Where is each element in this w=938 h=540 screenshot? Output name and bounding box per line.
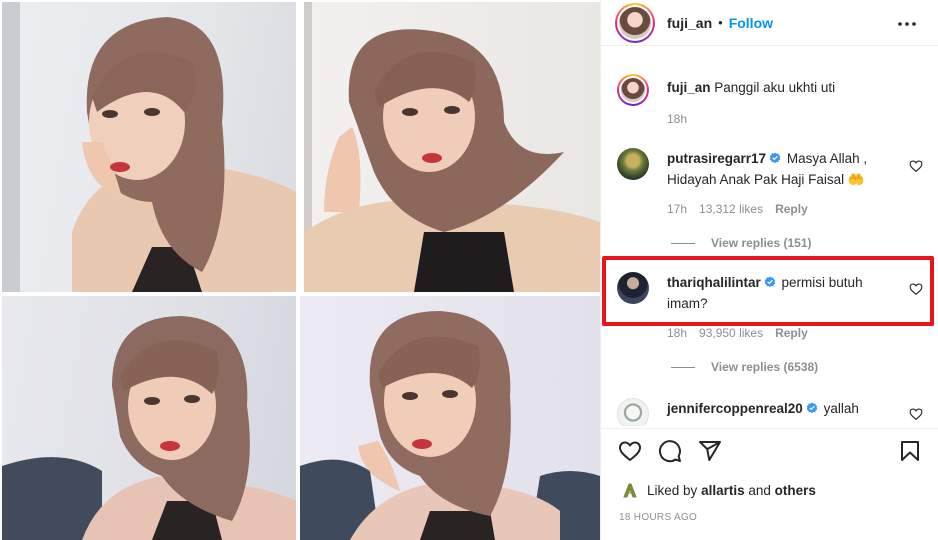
likes-user[interactable]: allartis [701,483,745,498]
view-replies-button[interactable]: View replies (151) [671,236,812,250]
commenter-avatar[interactable] [617,398,649,426]
comment-text: yallah [823,401,859,416]
post-photo-2 [304,2,600,292]
more-options-icon[interactable] [897,14,917,34]
post-photo-4 [300,296,600,540]
comment-like-heart-icon[interactable] [909,407,923,421]
likes-connector: and [748,482,771,498]
post-header: fuji_an • Follow [601,0,938,46]
post-actions: Liked by allartis and others 18 HOURS AG… [601,428,938,540]
comments-list[interactable]: fuji_an Panggil aku ukhti uti 18h putras… [601,56,938,426]
comment-username[interactable]: thariqhalilintar [667,275,761,290]
comment-body: thariqhalilintar permisi butuh imam? [667,272,903,314]
caption-avatar[interactable] [617,74,649,106]
photo-4-illustration [300,311,600,540]
author-avatar[interactable] [615,2,655,43]
comment-username[interactable]: putrasiregarr17 [667,151,766,166]
post-timestamp[interactable]: 18 HOURS AGO [619,512,697,523]
view-replies-line [671,242,695,244]
comment-like-heart-icon[interactable] [909,159,923,173]
comment-time[interactable]: 18h [667,326,687,340]
liker-avatar-icon[interactable] [621,481,639,499]
comment-like-heart-icon[interactable] [909,282,923,296]
verified-badge-icon [806,402,818,414]
post-detail-panel: fuji_an • Follow fuji_an Panggil aku ukh… [600,0,938,540]
post-photo-3 [2,296,296,540]
caption-username[interactable]: fuji_an [667,80,711,95]
caption-body: fuji_an Panggil aku ukhti uti [667,77,903,98]
follow-button[interactable]: Follow [729,15,773,31]
comment-meta: 17h 13,312 likes Reply [667,202,808,216]
comment-time[interactable]: 17h [667,202,687,216]
view-replies-label: View replies (151) [711,236,812,250]
commenter-avatar[interactable] [617,272,649,304]
reply-button[interactable]: Reply [775,326,808,340]
verified-badge-icon [764,276,775,288]
view-replies-label: View replies (6538) [711,360,819,374]
view-replies-line [671,366,695,368]
caption-meta: 18h [667,112,687,126]
caption-time[interactable]: 18h [667,112,687,126]
likes-others[interactable]: others [775,483,816,498]
header-separator: • [718,15,723,30]
photo-2-illustration [304,2,600,292]
likes-summary: Liked by allartis and others [621,481,816,499]
comment-likes[interactable]: 13,312 likes [699,202,763,216]
like-heart-icon[interactable] [618,439,642,463]
verified-badge-icon [769,152,781,164]
comment-icon[interactable] [658,439,682,463]
post-photo-grid[interactable] [0,0,600,540]
caption-text: Panggil aku ukhti uti [714,80,836,95]
comment-username[interactable]: jennifercoppenreal20 [667,401,803,416]
share-paper-plane-icon[interactable] [698,439,722,463]
comment-body: jennifercoppenreal20 yallah [667,398,903,419]
photo-1-illustration [2,2,296,292]
comment-likes[interactable]: 93,950 likes [699,326,763,340]
photo-3-illustration [2,316,296,540]
comment-meta: 18h 93,950 likes Reply [667,326,808,340]
save-bookmark-icon[interactable] [898,439,922,463]
view-replies-button[interactable]: View replies (6538) [671,360,818,374]
post-photo-1 [2,2,296,292]
author-username[interactable]: fuji_an [667,15,712,31]
likes-prefix: Liked by [647,482,698,498]
comment-body: putrasiregarr17 Masya Allah , Hidayah An… [667,148,903,190]
commenter-avatar[interactable] [617,148,649,180]
reply-button[interactable]: Reply [775,202,808,216]
